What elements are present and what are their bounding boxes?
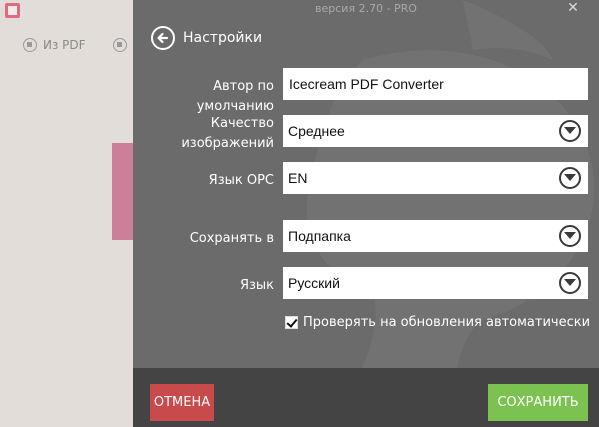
tab-from-pdf-label: Из PDF	[43, 38, 86, 52]
image-quality-label-line2: изображений	[181, 136, 274, 151]
background-app: Из PDF	[0, 0, 133, 427]
background-preview	[112, 143, 133, 240]
chevron-down-icon[interactable]	[559, 272, 581, 294]
window-title: версия 2.70 - PRO	[315, 2, 417, 15]
save-button[interactable]: СОХРАНИТЬ	[488, 384, 588, 421]
image-quality-label-line1: Качество	[210, 116, 274, 131]
cancel-button[interactable]: ОТМЕНА	[150, 384, 214, 421]
author-label: Автор по умолчанию	[196, 79, 274, 114]
save-to-label: Сохранять в	[189, 231, 274, 246]
language-select[interactable]: Русский	[283, 267, 588, 299]
language-label: Язык	[239, 278, 274, 293]
checkmark-icon	[286, 316, 298, 328]
back-arrow-icon	[151, 26, 175, 50]
chevron-down-icon[interactable]	[559, 120, 581, 142]
check-updates-checkbox[interactable]	[285, 316, 298, 329]
chevron-down-icon[interactable]	[559, 225, 581, 247]
settings-dialog: версия 2.70 - PRO ✕ Настройки Автор по у…	[133, 0, 599, 427]
image-quality-value: Среднее	[288, 123, 345, 139]
check-updates-label: Проверять на обновления автоматически	[303, 315, 591, 330]
dialog-footer: ОТМЕНА СОХРАНИТЬ	[133, 368, 599, 427]
save-to-value: Подпапка	[288, 228, 351, 244]
to-pdf-icon	[113, 38, 127, 52]
author-field[interactable]	[283, 68, 588, 100]
chevron-down-icon[interactable]	[559, 167, 581, 189]
close-icon: ✕	[567, 0, 579, 16]
ocr-language-value: EN	[288, 170, 308, 186]
check-updates-row[interactable]: Проверять на обновления автоматически	[285, 315, 590, 330]
watermark-icon	[306, 0, 595, 427]
app-logo-icon	[5, 3, 20, 18]
language-value: Русский	[288, 275, 340, 291]
ocr-language-label: Язык OPC	[208, 173, 274, 188]
image-quality-label: Качество изображений	[181, 114, 274, 154]
close-button[interactable]: ✕	[562, 0, 584, 16]
from-pdf-icon	[23, 38, 37, 52]
tab-to-pdf[interactable]	[113, 38, 133, 52]
save-to-select[interactable]: Подпапка	[283, 220, 588, 252]
author-input[interactable]	[283, 68, 588, 100]
back-button[interactable]: Настройки	[151, 26, 262, 50]
image-quality-select[interactable]: Среднее	[283, 115, 588, 147]
page-title: Настройки	[183, 30, 263, 46]
tab-from-pdf[interactable]: Из PDF	[23, 38, 86, 52]
ocr-language-select[interactable]: EN	[283, 162, 588, 194]
